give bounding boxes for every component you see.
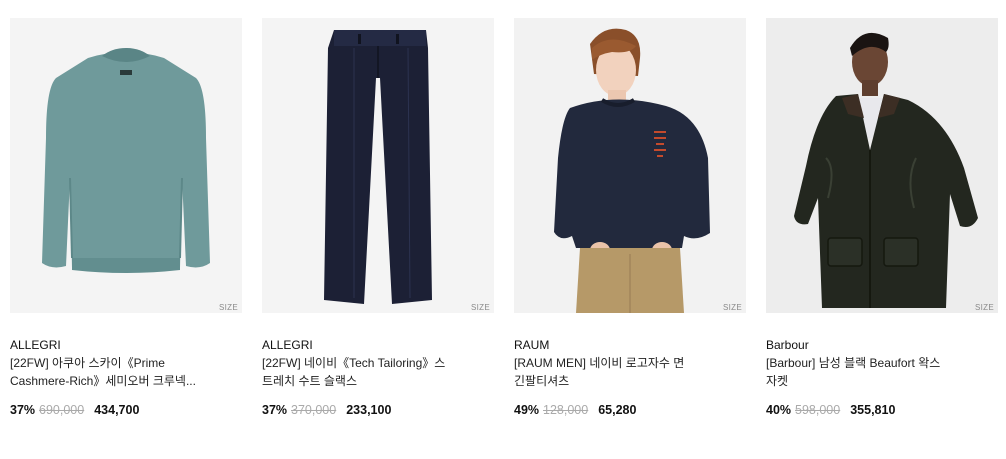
original-price: 128,000 bbox=[543, 403, 589, 417]
product-title-line: [22FW] 아쿠아 스카이《Prime bbox=[10, 356, 165, 370]
product-card[interactable]: SIZE ALLEGRI [22FW] 아쿠아 스카이《Prime Cashme… bbox=[10, 18, 242, 417]
size-tag: SIZE bbox=[723, 303, 742, 312]
product-title-line: 트레치 수트 슬랙스 bbox=[262, 373, 357, 388]
original-price: 690,000 bbox=[39, 403, 85, 417]
sale-price: 434,700 bbox=[94, 403, 140, 417]
brand-name[interactable]: Barbour bbox=[766, 338, 998, 352]
discount-rate: 37% bbox=[10, 403, 36, 417]
size-tag: SIZE bbox=[219, 303, 238, 312]
sale-price: 233,100 bbox=[346, 403, 392, 417]
model-sweatshirt-image bbox=[514, 18, 746, 313]
product-image[interactable]: SIZE bbox=[10, 18, 242, 313]
product-image[interactable]: SIZE bbox=[766, 18, 998, 313]
product-title-line: 긴팔티셔츠 bbox=[514, 373, 570, 388]
price-row: 49% 128,000 65,280 bbox=[514, 403, 746, 417]
product-title-line: Cashmere-Rich》세미오버 크루넥... bbox=[10, 373, 196, 388]
product-title-line: 자켓 bbox=[766, 373, 789, 388]
sale-price: 355,810 bbox=[850, 403, 896, 417]
size-tag: SIZE bbox=[975, 303, 994, 312]
product-grid: SIZE ALLEGRI [22FW] 아쿠아 스카이《Prime Cashme… bbox=[0, 0, 1006, 459]
brand-name[interactable]: ALLEGRI bbox=[262, 338, 494, 352]
size-tag: SIZE bbox=[471, 303, 490, 312]
original-price: 370,000 bbox=[291, 403, 337, 417]
original-price: 598,000 bbox=[795, 403, 841, 417]
discount-rate: 37% bbox=[262, 403, 288, 417]
discount-rate: 49% bbox=[514, 403, 540, 417]
sale-price: 65,280 bbox=[598, 403, 637, 417]
sweater-image bbox=[10, 18, 242, 313]
product-card[interactable]: SIZE RAUM [RAUM MEN] 네이비 로고자수 면 긴팔티셔츠 49… bbox=[514, 18, 746, 417]
product-title-line: [22FW] 네이비《Tech Tailoring》스 bbox=[262, 356, 446, 370]
product-title-line: [Barbour] 남성 블랙 Beaufort 왁스 bbox=[766, 356, 941, 370]
product-title[interactable]: [22FW] 아쿠아 스카이《Prime Cashmere-Rich》세미오버 … bbox=[10, 355, 242, 390]
slacks-image bbox=[262, 18, 494, 313]
product-title[interactable]: [Barbour] 남성 블랙 Beaufort 왁스 자켓 bbox=[766, 355, 998, 390]
price-row: 37% 690,000 434,700 bbox=[10, 403, 242, 417]
model-wax-jacket-image bbox=[766, 18, 998, 313]
brand-name[interactable]: ALLEGRI bbox=[10, 338, 242, 352]
product-title-line: [RAUM MEN] 네이비 로고자수 면 bbox=[514, 356, 685, 370]
product-title[interactable]: [22FW] 네이비《Tech Tailoring》스 트레치 수트 슬랙스 bbox=[262, 355, 494, 390]
product-title[interactable]: [RAUM MEN] 네이비 로고자수 면 긴팔티셔츠 bbox=[514, 355, 746, 390]
product-card[interactable]: SIZE Barbour [Barbour] 남성 블랙 Beaufort 왁스… bbox=[766, 18, 998, 417]
product-image[interactable]: SIZE bbox=[262, 18, 494, 313]
product-image[interactable]: SIZE bbox=[514, 18, 746, 313]
price-row: 37% 370,000 233,100 bbox=[262, 403, 494, 417]
product-card[interactable]: SIZE ALLEGRI [22FW] 네이비《Tech Tailoring》스… bbox=[262, 18, 494, 417]
brand-name[interactable]: RAUM bbox=[514, 338, 746, 352]
discount-rate: 40% bbox=[766, 403, 792, 417]
price-row: 40% 598,000 355,810 bbox=[766, 403, 998, 417]
